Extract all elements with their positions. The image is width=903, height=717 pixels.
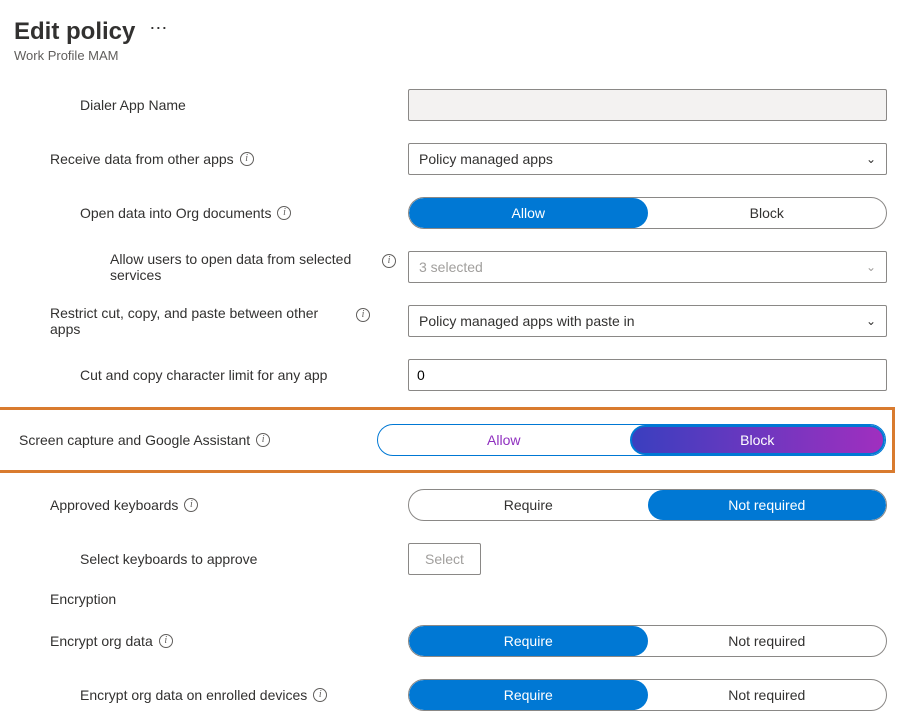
open-data-allow[interactable]: Allow: [409, 198, 648, 228]
receive-dropdown[interactable]: Policy managed apps ⌄: [408, 143, 887, 175]
allow-services-dropdown[interactable]: 3 selected ⌄: [408, 251, 887, 283]
cut-limit-label: Cut and copy character limit for any app: [80, 367, 327, 383]
allow-services-label: Allow users to open data from selected s…: [110, 251, 376, 283]
encrypt-org-toggle: Require Not required: [408, 625, 887, 657]
receive-label: Receive data from other apps: [50, 151, 234, 167]
encrypt-enrolled-require[interactable]: Require: [409, 680, 648, 710]
restrict-label: Restrict cut, copy, and paste between ot…: [50, 305, 350, 337]
select-keyboards-button[interactable]: Select: [408, 543, 481, 575]
encrypt-enrolled-toggle: Require Not required: [408, 679, 887, 711]
restrict-selected: Policy managed apps with paste in: [419, 313, 635, 329]
select-kb-label: Select keyboards to approve: [80, 551, 257, 567]
keyboards-not-required[interactable]: Not required: [648, 490, 887, 520]
encrypt-org-label: Encrypt org data: [50, 633, 153, 649]
info-icon[interactable]: i: [313, 688, 327, 702]
dialer-input[interactable]: [408, 89, 887, 121]
chevron-down-icon: ⌄: [866, 314, 876, 328]
encrypt-enrolled-label: Encrypt org data on enrolled devices: [80, 687, 307, 703]
screen-capture-block[interactable]: Block: [630, 425, 886, 455]
encrypt-enrolled-not-required[interactable]: Not required: [648, 680, 887, 710]
info-icon[interactable]: i: [240, 152, 254, 166]
receive-selected: Policy managed apps: [419, 151, 553, 167]
info-icon[interactable]: i: [184, 498, 198, 512]
info-icon[interactable]: i: [277, 206, 291, 220]
info-icon[interactable]: i: [382, 254, 396, 268]
encryption-heading: Encryption: [50, 591, 887, 607]
allow-services-summary: 3 selected: [419, 259, 483, 275]
cut-limit-input[interactable]: [408, 359, 887, 391]
open-data-toggle: Allow Block: [408, 197, 887, 229]
highlighted-setting: Screen capture and Google Assistant i Al…: [0, 407, 895, 473]
screen-capture-toggle: Allow Block: [377, 424, 886, 456]
restrict-dropdown[interactable]: Policy managed apps with paste in ⌄: [408, 305, 887, 337]
info-icon[interactable]: i: [356, 308, 370, 322]
page-title: Edit policy: [14, 18, 135, 46]
info-icon[interactable]: i: [256, 433, 270, 447]
keyboards-label: Approved keyboards: [50, 497, 178, 513]
info-icon[interactable]: i: [159, 634, 173, 648]
open-data-label: Open data into Org documents: [80, 205, 271, 221]
screen-capture-allow[interactable]: Allow: [378, 425, 630, 455]
keyboards-toggle: Require Not required: [408, 489, 887, 521]
screen-capture-label: Screen capture and Google Assistant: [19, 432, 250, 448]
open-data-block[interactable]: Block: [648, 198, 887, 228]
more-actions-icon[interactable]: ⋯: [149, 18, 169, 39]
chevron-down-icon: ⌄: [866, 152, 876, 166]
chevron-down-icon: ⌄: [866, 260, 876, 274]
keyboards-require[interactable]: Require: [409, 490, 648, 520]
dialer-label: Dialer App Name: [80, 97, 186, 113]
page-subtitle: Work Profile MAM: [14, 48, 887, 63]
